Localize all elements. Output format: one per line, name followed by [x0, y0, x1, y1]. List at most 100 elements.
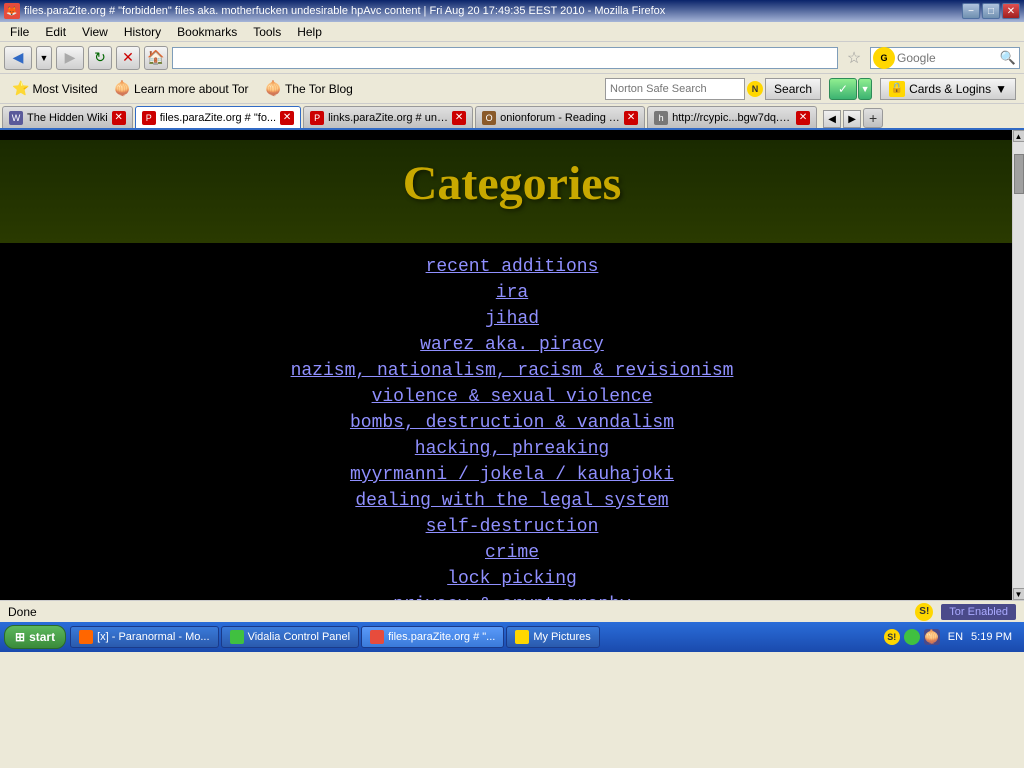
- learn-tor-bookmark[interactable]: 🧅 Learn more about Tor: [110, 78, 253, 99]
- tab-close-0[interactable]: ✕: [112, 111, 126, 125]
- tab-title-3: onionforum - Reading Topic...: [500, 112, 620, 124]
- tab-scroll-right[interactable]: ▶: [843, 110, 861, 128]
- link-ira[interactable]: ira: [20, 283, 1004, 303]
- address-bar[interactable]: http://kpynyvym6xqi7wz2.onion/files.html: [172, 47, 838, 69]
- menu-help[interactable]: Help: [291, 23, 328, 41]
- tab-favicon-3: O: [482, 111, 496, 125]
- tab-favicon-4: h: [654, 111, 668, 125]
- stop-button[interactable]: ✕: [116, 46, 140, 70]
- lock-icon: 🔒: [889, 81, 905, 97]
- parazite-icon: [370, 630, 384, 644]
- new-tab-button[interactable]: +: [863, 108, 883, 128]
- norton-search-button[interactable]: Search: [765, 78, 821, 100]
- restore-button[interactable]: □: [982, 3, 1000, 19]
- google-search-input[interactable]: [897, 51, 997, 65]
- check-dropdown[interactable]: ▼: [858, 78, 872, 100]
- link-myyrmanni[interactable]: myyrmanni / jokela / kauhajoki: [20, 465, 1004, 485]
- tab-parazite[interactable]: P files.paraZite.org # "fo... ✕: [135, 106, 301, 128]
- category-list: recent additions ira jihad warez aka. pi…: [0, 251, 1024, 600]
- menu-view[interactable]: View: [76, 23, 114, 41]
- taskbar-item-label-1: Vidalia Control Panel: [248, 631, 351, 643]
- link-recent-additions[interactable]: recent additions: [20, 257, 1004, 277]
- browser-content-area: Categories recent additions ira jihad wa…: [0, 130, 1024, 600]
- scrollbar-down-button[interactable]: ▼: [1013, 588, 1024, 600]
- taskbar-item-label-3: My Pictures: [533, 631, 590, 643]
- toolbar: ⭐ Most Visited 🧅 Learn more about Tor 🧅 …: [0, 74, 1024, 104]
- tab-title-1: files.paraZite.org # "fo...: [160, 112, 276, 124]
- scrollbar-up-button[interactable]: ▲: [1013, 130, 1024, 142]
- tab-close-1[interactable]: ✕: [280, 111, 294, 125]
- system-tray: S! 🧅: [884, 629, 940, 645]
- link-self-destruction[interactable]: self-destruction: [20, 517, 1004, 537]
- close-button[interactable]: ✕: [1002, 3, 1020, 19]
- tab-title-0: The Hidden Wiki: [27, 112, 108, 124]
- minimize-button[interactable]: −: [962, 3, 980, 19]
- link-legal[interactable]: dealing with the legal system: [20, 491, 1004, 511]
- tab-onionforum[interactable]: O onionforum - Reading Topic... ✕: [475, 106, 645, 128]
- back-dropdown[interactable]: ▼: [36, 46, 52, 70]
- start-icon: ⊞: [15, 630, 25, 644]
- tab-scroll-left[interactable]: ◀: [823, 110, 841, 128]
- menu-edit[interactable]: Edit: [39, 23, 72, 41]
- check-button[interactable]: ✓: [829, 78, 857, 100]
- norton-status: S!: [915, 603, 933, 621]
- norton-search-input[interactable]: [605, 78, 745, 100]
- forward-button[interactable]: ▶: [56, 46, 84, 70]
- cards-logins-button[interactable]: 🔒 Cards & Logins ▼: [880, 78, 1016, 100]
- menu-history[interactable]: History: [118, 23, 167, 41]
- language-indicator: EN: [948, 631, 963, 643]
- tab-close-4[interactable]: ✕: [796, 111, 810, 125]
- tab-close-2[interactable]: ✕: [452, 111, 466, 125]
- tor-icon: 🧅: [114, 80, 131, 97]
- address-input[interactable]: http://kpynyvym6xqi7wz2.onion/files.html: [177, 51, 833, 65]
- link-crime[interactable]: crime: [20, 543, 1004, 563]
- link-bombs[interactable]: bombs, destruction & vandalism: [20, 413, 1004, 433]
- norton-status-icon: S!: [915, 603, 933, 621]
- tor-blog-icon: 🧅: [265, 80, 282, 97]
- menu-file[interactable]: File: [4, 23, 35, 41]
- tab-favicon-2: P: [310, 111, 324, 125]
- taskbar-items: [x] - Paranormal - Mo... Vidalia Control…: [70, 626, 872, 648]
- tab-hidden-wiki[interactable]: W The Hidden Wiki ✕: [2, 106, 133, 128]
- link-jihad[interactable]: jihad: [20, 309, 1004, 329]
- taskbar-item-vidalia[interactable]: Vidalia Control Panel: [221, 626, 360, 648]
- norton-search: N Search: [605, 78, 821, 100]
- tab-close-3[interactable]: ✕: [624, 111, 638, 125]
- tab-rcypic[interactable]: h http://rcypic...bgw7dq.onion/ ✕: [647, 106, 817, 128]
- clock: 5:19 PM: [971, 631, 1012, 643]
- menu-bookmarks[interactable]: Bookmarks: [171, 23, 243, 41]
- back-button[interactable]: ◀: [4, 46, 32, 70]
- tor-blog-bookmark[interactable]: 🧅 The Tor Blog: [261, 78, 357, 99]
- link-warez[interactable]: warez aka. piracy: [20, 335, 1004, 355]
- tor-enabled-badge: Tor Enabled: [941, 604, 1016, 620]
- bookmark-star-button[interactable]: ☆: [842, 47, 866, 69]
- tabs-bar: W The Hidden Wiki ✕ P files.paraZite.org…: [0, 104, 1024, 130]
- taskbar-item-paranormal[interactable]: [x] - Paranormal - Mo...: [70, 626, 218, 648]
- link-hacking[interactable]: hacking, phreaking: [20, 439, 1004, 459]
- taskbar-item-pictures[interactable]: My Pictures: [506, 626, 599, 648]
- taskbar-item-label-0: [x] - Paranormal - Mo...: [97, 631, 209, 643]
- firefox-icon: 🦊: [4, 3, 20, 19]
- google-search-button[interactable]: 🔍: [997, 47, 1019, 69]
- scrollbar[interactable]: ▲ ▼: [1012, 130, 1024, 600]
- menu-tools[interactable]: Tools: [247, 23, 287, 41]
- norton-tray-icon: S!: [884, 629, 900, 645]
- tab-links-parazite[interactable]: P links.paraZite.org # underg... ✕: [303, 106, 473, 128]
- link-privacy[interactable]: privacy & cryptography: [20, 595, 1004, 600]
- link-nazism[interactable]: nazism, nationalism, racism & revisionis…: [20, 361, 1004, 381]
- refresh-button[interactable]: ↻: [88, 46, 112, 70]
- scrollbar-thumb[interactable]: [1014, 154, 1024, 194]
- norton-search-label: Search: [774, 82, 812, 96]
- tor-tray-icon: 🧅: [924, 629, 940, 645]
- paranormal-icon: [79, 630, 93, 644]
- taskbar-item-parazite[interactable]: files.paraZite.org # "...: [361, 626, 504, 648]
- home-button[interactable]: 🏠: [144, 46, 168, 70]
- link-violence[interactable]: violence & sexual violence: [20, 387, 1004, 407]
- vidalia-icon: [230, 630, 244, 644]
- start-button[interactable]: ⊞ start: [4, 625, 66, 649]
- most-visited-bookmark[interactable]: ⭐ Most Visited: [8, 78, 102, 99]
- link-lock-picking[interactable]: lock picking: [20, 569, 1004, 589]
- taskbar-right: S! 🧅 EN 5:19 PM: [876, 629, 1020, 645]
- cards-dropdown-icon: ▼: [995, 82, 1007, 96]
- taskbar-item-label-2: files.paraZite.org # "...: [388, 631, 495, 643]
